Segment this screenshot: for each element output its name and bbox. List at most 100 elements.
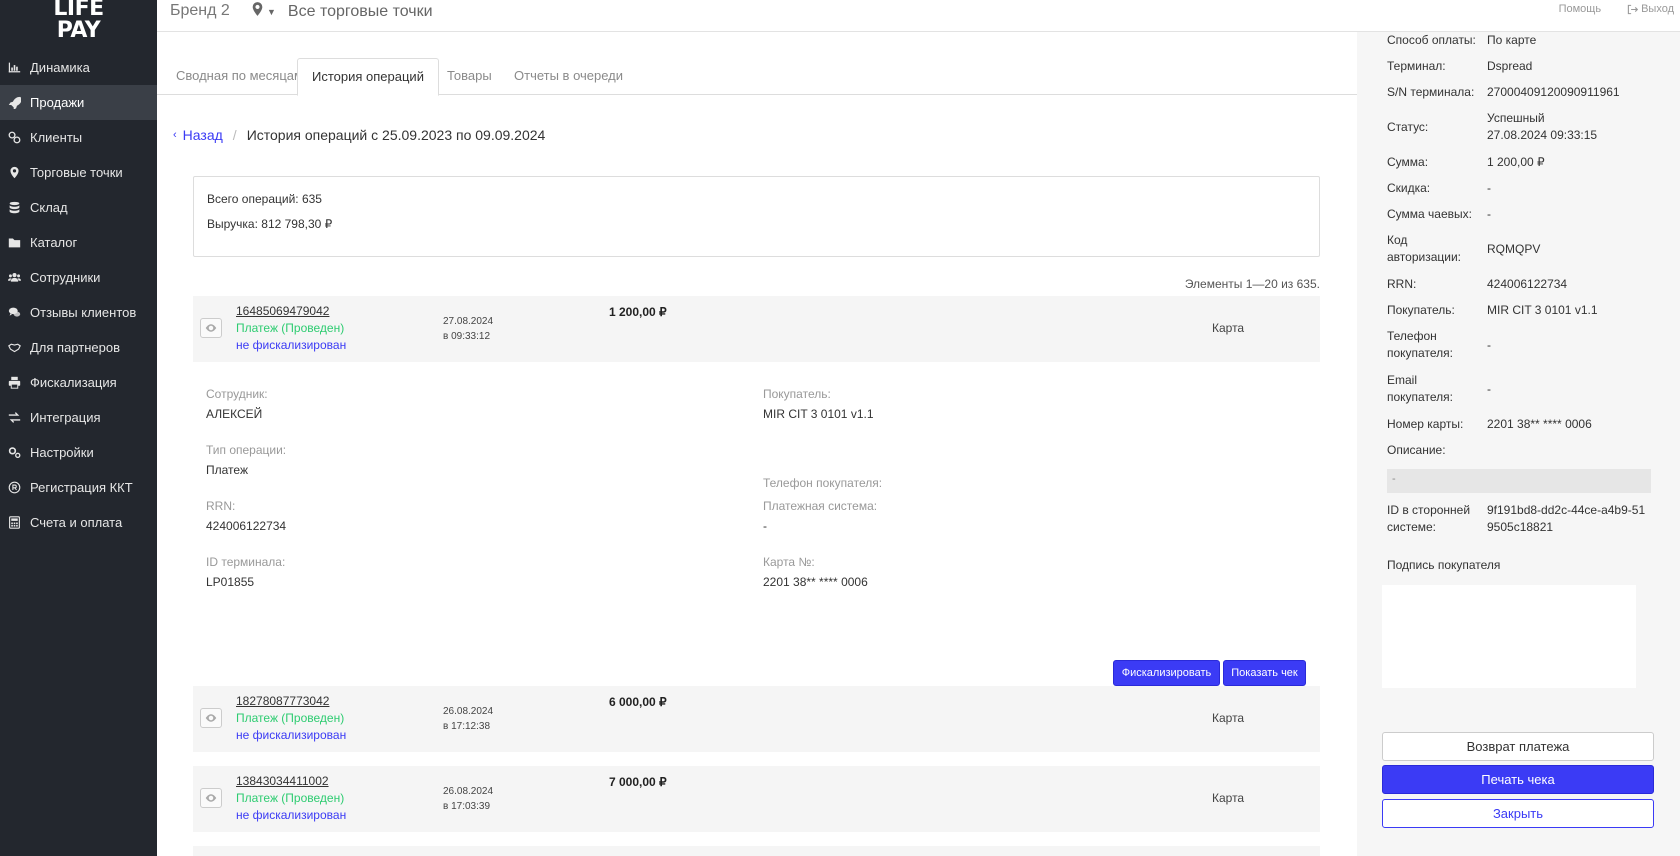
detail-label: Карта №: xyxy=(763,555,815,569)
operation-row[interactable]: 13843034411002 Платеж (Проведен) не фиск… xyxy=(193,766,1320,832)
panel-value: Dspread xyxy=(1487,59,1533,73)
sidebar-item-label: Настройки xyxy=(30,445,94,460)
sidebar-item-fiscal[interactable]: Фискализация xyxy=(0,365,157,400)
print-receipt-button[interactable]: Печать чека xyxy=(1382,765,1654,794)
operation-id-link[interactable]: 13843034411002 xyxy=(236,774,329,788)
sidebar-item-stores[interactable]: Торговые точки xyxy=(0,155,157,190)
sidebar-item-settings[interactable]: Настройки xyxy=(0,435,157,470)
detail-value: LP01855 xyxy=(206,575,255,589)
breadcrumb-separator: / xyxy=(232,127,237,143)
tab-queued-reports[interactable]: Отчеты в очереди xyxy=(500,58,637,95)
sidebar-item-label: Сотрудники xyxy=(30,270,101,285)
tab-products[interactable]: Товары xyxy=(433,58,506,95)
panel-value: 9f191bd8-dd2c-44ce-a4b9-519505c18821 xyxy=(1487,503,1646,534)
panel-value: 424006122734 xyxy=(1487,277,1568,291)
sidebar-item-label: Отзывы клиентов xyxy=(30,305,137,320)
operation-fiscal-status: не фискализирован xyxy=(236,728,347,742)
brand-selector[interactable]: Бренд 2 xyxy=(170,2,230,20)
sidebar-item-sales[interactable]: Продажи xyxy=(0,85,157,120)
users-icon xyxy=(6,270,22,286)
pagination-info: Элементы 1—20 из 635. xyxy=(1184,277,1320,291)
fiscalize-button[interactable]: Фискализировать xyxy=(1113,660,1220,686)
close-button[interactable]: Закрыть xyxy=(1382,799,1654,828)
panel-value: - xyxy=(1487,207,1491,221)
detail-value: 424006122734 xyxy=(206,519,287,533)
detail-operation-type: Тип операции: Платеж xyxy=(206,443,286,477)
panel-label: Статус: xyxy=(1387,120,1429,134)
operation-time: в 17:03:39 xyxy=(443,801,491,812)
tabs: Сводная по месяцам История операций Това… xyxy=(157,58,1357,96)
sidebar-item-label: Клиенты xyxy=(30,130,83,145)
operation-fiscal-status: не фискализирован xyxy=(236,808,347,822)
tab-operations-history[interactable]: История операций xyxy=(297,58,439,96)
detail-buyer: Покупатель: MIR CIT 3 0101 v1.1 xyxy=(763,387,874,421)
eye-icon[interactable] xyxy=(200,708,222,728)
panel-label: Номер карты: xyxy=(1387,417,1464,431)
detail-card-number: Карта №: 2201 38** **** 0006 xyxy=(763,555,868,589)
sidebar-item-kkt-registration[interactable]: Регистрация ККТ xyxy=(0,470,157,505)
detail-label: Сотрудник: xyxy=(206,387,268,401)
panel-label: Сумма: xyxy=(1387,155,1429,169)
panel-label: Описание: xyxy=(1387,443,1446,457)
sidebar-item-warehouse[interactable]: Склад xyxy=(0,190,157,225)
operation-detail-panel: Способ оплаты: По карте Терминал: Dsprea… xyxy=(1357,32,1680,856)
operation-fiscal-status: не фискализирован xyxy=(236,338,347,352)
sidebar-item-employees[interactable]: Сотрудники xyxy=(0,260,157,295)
operation-row-partial xyxy=(193,846,1320,856)
sidebar-item-clients[interactable]: Клиенты xyxy=(0,120,157,155)
sidebar-item-integration[interactable]: Интеграция xyxy=(0,400,157,435)
detail-terminal-id: ID терминала: LP01855 xyxy=(206,555,285,589)
link-icon xyxy=(6,130,22,146)
eye-icon[interactable] xyxy=(200,318,222,338)
sidebar-item-label: Регистрация ККТ xyxy=(30,480,133,495)
operation-datetime: 27.08.2024 в 09:33:12 xyxy=(443,314,493,344)
location-selector[interactable]: ▼ Все торговые точки xyxy=(252,2,433,21)
sidebar-item-label: Продажи xyxy=(30,95,85,110)
operation-row[interactable]: 18278087773042 Платеж (Проведен) не фиск… xyxy=(193,686,1320,752)
eye-icon[interactable] xyxy=(200,788,222,808)
revenue: Выручка: 812 798,30 ₽ xyxy=(207,217,333,231)
comments-icon xyxy=(6,305,22,321)
operation-status: Платеж (Проведен) xyxy=(236,791,345,805)
detail-label: Покупатель: xyxy=(763,387,831,401)
sidebar-item-partners[interactable]: Для партнеров xyxy=(0,330,157,365)
sidebar-item-label: Для партнеров xyxy=(30,340,120,355)
detail-employee: Сотрудник: АЛЕКСЕЙ xyxy=(206,387,268,421)
sidebar-item-billing[interactable]: Счета и оплата xyxy=(0,505,157,540)
panel-label: Сумма чаевых: xyxy=(1387,207,1472,221)
top-bar: Бренд 2 ▼ Все торговые точки Помощь Выхо… xyxy=(157,0,1680,32)
detail-label: ID терминала: xyxy=(206,555,286,569)
exchange-icon xyxy=(6,410,22,426)
panel-label: S/N терминала: xyxy=(1387,85,1475,99)
breadcrumb: ‹ Назад / История операций с 25.09.2023 … xyxy=(173,127,545,143)
operation-time: в 17:12:38 xyxy=(443,721,491,732)
panel-value: - xyxy=(1487,338,1491,352)
detail-value: АЛЕКСЕЙ xyxy=(206,407,263,421)
calculator-icon xyxy=(6,515,22,531)
sidebar-item-catalog[interactable]: Каталог xyxy=(0,225,157,260)
panel-value: - xyxy=(1487,382,1491,396)
sidebar-item-reviews[interactable]: Отзывы клиентов xyxy=(0,295,157,330)
panel-label: Код авторизации: xyxy=(1387,233,1461,264)
operation-amount: 6 000,00 ₽ xyxy=(609,695,667,709)
show-receipt-button[interactable]: Показать чек xyxy=(1223,660,1306,686)
refund-button[interactable]: Возврат платежа xyxy=(1382,732,1654,761)
logout-link[interactable]: Выход xyxy=(1627,3,1674,15)
summary-box: Всего операций: 635 Выручка: 812 798,30 … xyxy=(193,176,1320,257)
operation-id-link[interactable]: 18278087773042 xyxy=(236,694,329,708)
page-title: История операций с 25.09.2023 по 09.09.2… xyxy=(246,127,546,143)
operation-pay-type: Карта xyxy=(1212,791,1245,805)
operation-id-link[interactable]: 16485069479042 xyxy=(236,304,329,318)
panel-label: Скидка: xyxy=(1387,181,1431,195)
map-marker-icon xyxy=(252,2,263,21)
logout-label: Выход xyxy=(1641,3,1674,15)
operation-row[interactable]: 16485069479042 Платеж (Проведен) не фиск… xyxy=(193,296,1320,362)
tab-monthly-summary[interactable]: Сводная по месяцам xyxy=(162,58,317,95)
sidebar-item-label: Интеграция xyxy=(30,410,101,425)
help-link[interactable]: Помощь xyxy=(1559,3,1602,15)
panel-value: 2201 38** **** 0006 xyxy=(1487,417,1592,431)
sidebar-item-dynamics[interactable]: Динамика xyxy=(0,50,157,85)
logo[interactable]: LIFE PAY xyxy=(0,0,157,50)
database-icon xyxy=(6,200,22,216)
back-link[interactable]: ‹ Назад xyxy=(173,127,223,143)
